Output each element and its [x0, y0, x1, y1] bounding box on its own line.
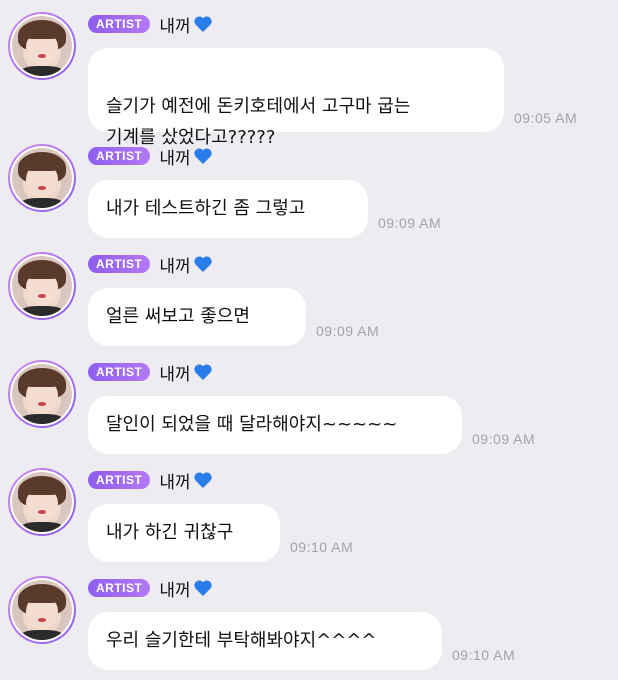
message-text: 내가 테스트하긴 좀 그렇고 — [106, 198, 306, 219]
message-item: ARTIST 내꺼 얼른 써보고 좋으면 09:09 AM — [0, 250, 618, 350]
message-bubble[interactable]: 얼른 써보고 좋으면 — [88, 288, 306, 346]
blue-heart-icon — [193, 148, 212, 164]
blue-heart-icon — [193, 364, 212, 380]
sender-name: 내꺼 — [159, 16, 191, 37]
sender-row: ARTIST 내꺼 — [88, 362, 213, 385]
message-bubble[interactable]: 슬기가 예전에 돈키호테에서 고구마 굽는 기계를 샀었다고????? — [88, 48, 504, 148]
sender-row: ARTIST 내꺼 — [88, 470, 213, 493]
artist-badge: ARTIST — [88, 471, 151, 489]
sender-row: ARTIST 내꺼 — [88, 578, 213, 601]
avatar[interactable] — [8, 360, 76, 428]
avatar[interactable] — [8, 468, 76, 536]
message-time: 09:10 AM — [452, 647, 516, 663]
sender-row: ARTIST 내꺼 — [88, 146, 213, 169]
sender-row: ARTIST 내꺼 — [88, 254, 213, 277]
avatar[interactable] — [8, 576, 76, 644]
message-time: 09:10 AM — [290, 539, 354, 555]
blue-heart-icon — [193, 580, 212, 596]
message-item: ARTIST 내꺼 내가 테스트하긴 좀 그렇고 09:09 AM — [0, 142, 618, 242]
artist-badge: ARTIST — [88, 255, 151, 273]
blue-heart-icon — [193, 16, 212, 32]
message-bubble[interactable]: 달인이 되었을 때 달라해야지~~~~~ — [88, 396, 462, 454]
message-text: 슬기가 예전에 돈키호테에서 고구마 굽는 기계를 샀었다고????? — [106, 96, 411, 148]
sender-name: 내꺼 — [159, 472, 191, 493]
avatar[interactable] — [8, 252, 76, 320]
blue-heart-icon — [193, 256, 212, 272]
message-bubble[interactable]: 내가 테스트하긴 좀 그렇고 — [88, 180, 368, 238]
sender-row: ARTIST 내꺼 — [88, 14, 213, 37]
sender-name: 내꺼 — [159, 580, 191, 601]
message-item: ARTIST 내꺼 내가 하긴 귀찮구 09:10 AM — [0, 466, 618, 566]
blue-heart-icon — [193, 472, 212, 488]
message-text: 내가 하긴 귀찮구 — [106, 522, 234, 543]
artist-badge: ARTIST — [88, 15, 151, 33]
message-time: 09:05 AM — [514, 110, 578, 126]
message-time: 09:09 AM — [378, 215, 442, 231]
message-text: 얼른 써보고 좋으면 — [106, 306, 250, 327]
message-item: ARTIST 내꺼 우리 슬기한테 부탁해봐야지^^^^ 09:10 AM — [0, 574, 618, 674]
artist-badge: ARTIST — [88, 579, 151, 597]
artist-badge: ARTIST — [88, 147, 151, 165]
avatar[interactable] — [8, 144, 76, 212]
message-time: 09:09 AM — [316, 323, 380, 339]
sender-name: 내꺼 — [159, 364, 191, 385]
message-item: ARTIST 내꺼 슬기가 예전에 돈키호테에서 고구마 굽는 기계를 샀었다고… — [0, 10, 618, 148]
message-text: 우리 슬기한테 부탁해봐야지^^^^ — [106, 630, 377, 651]
message-text: 달인이 되었을 때 달라해야지~~~~~ — [106, 414, 398, 435]
message-bubble[interactable]: 내가 하긴 귀찮구 — [88, 504, 280, 562]
avatar[interactable] — [8, 12, 76, 80]
artist-badge: ARTIST — [88, 363, 151, 381]
sender-name: 내꺼 — [159, 148, 191, 169]
message-bubble[interactable]: 우리 슬기한테 부탁해봐야지^^^^ — [88, 612, 442, 670]
message-time: 09:09 AM — [472, 431, 536, 447]
message-item: ARTIST 내꺼 달인이 되었을 때 달라해야지~~~~~ 09:09 AM — [0, 358, 618, 458]
sender-name: 내꺼 — [159, 256, 191, 277]
